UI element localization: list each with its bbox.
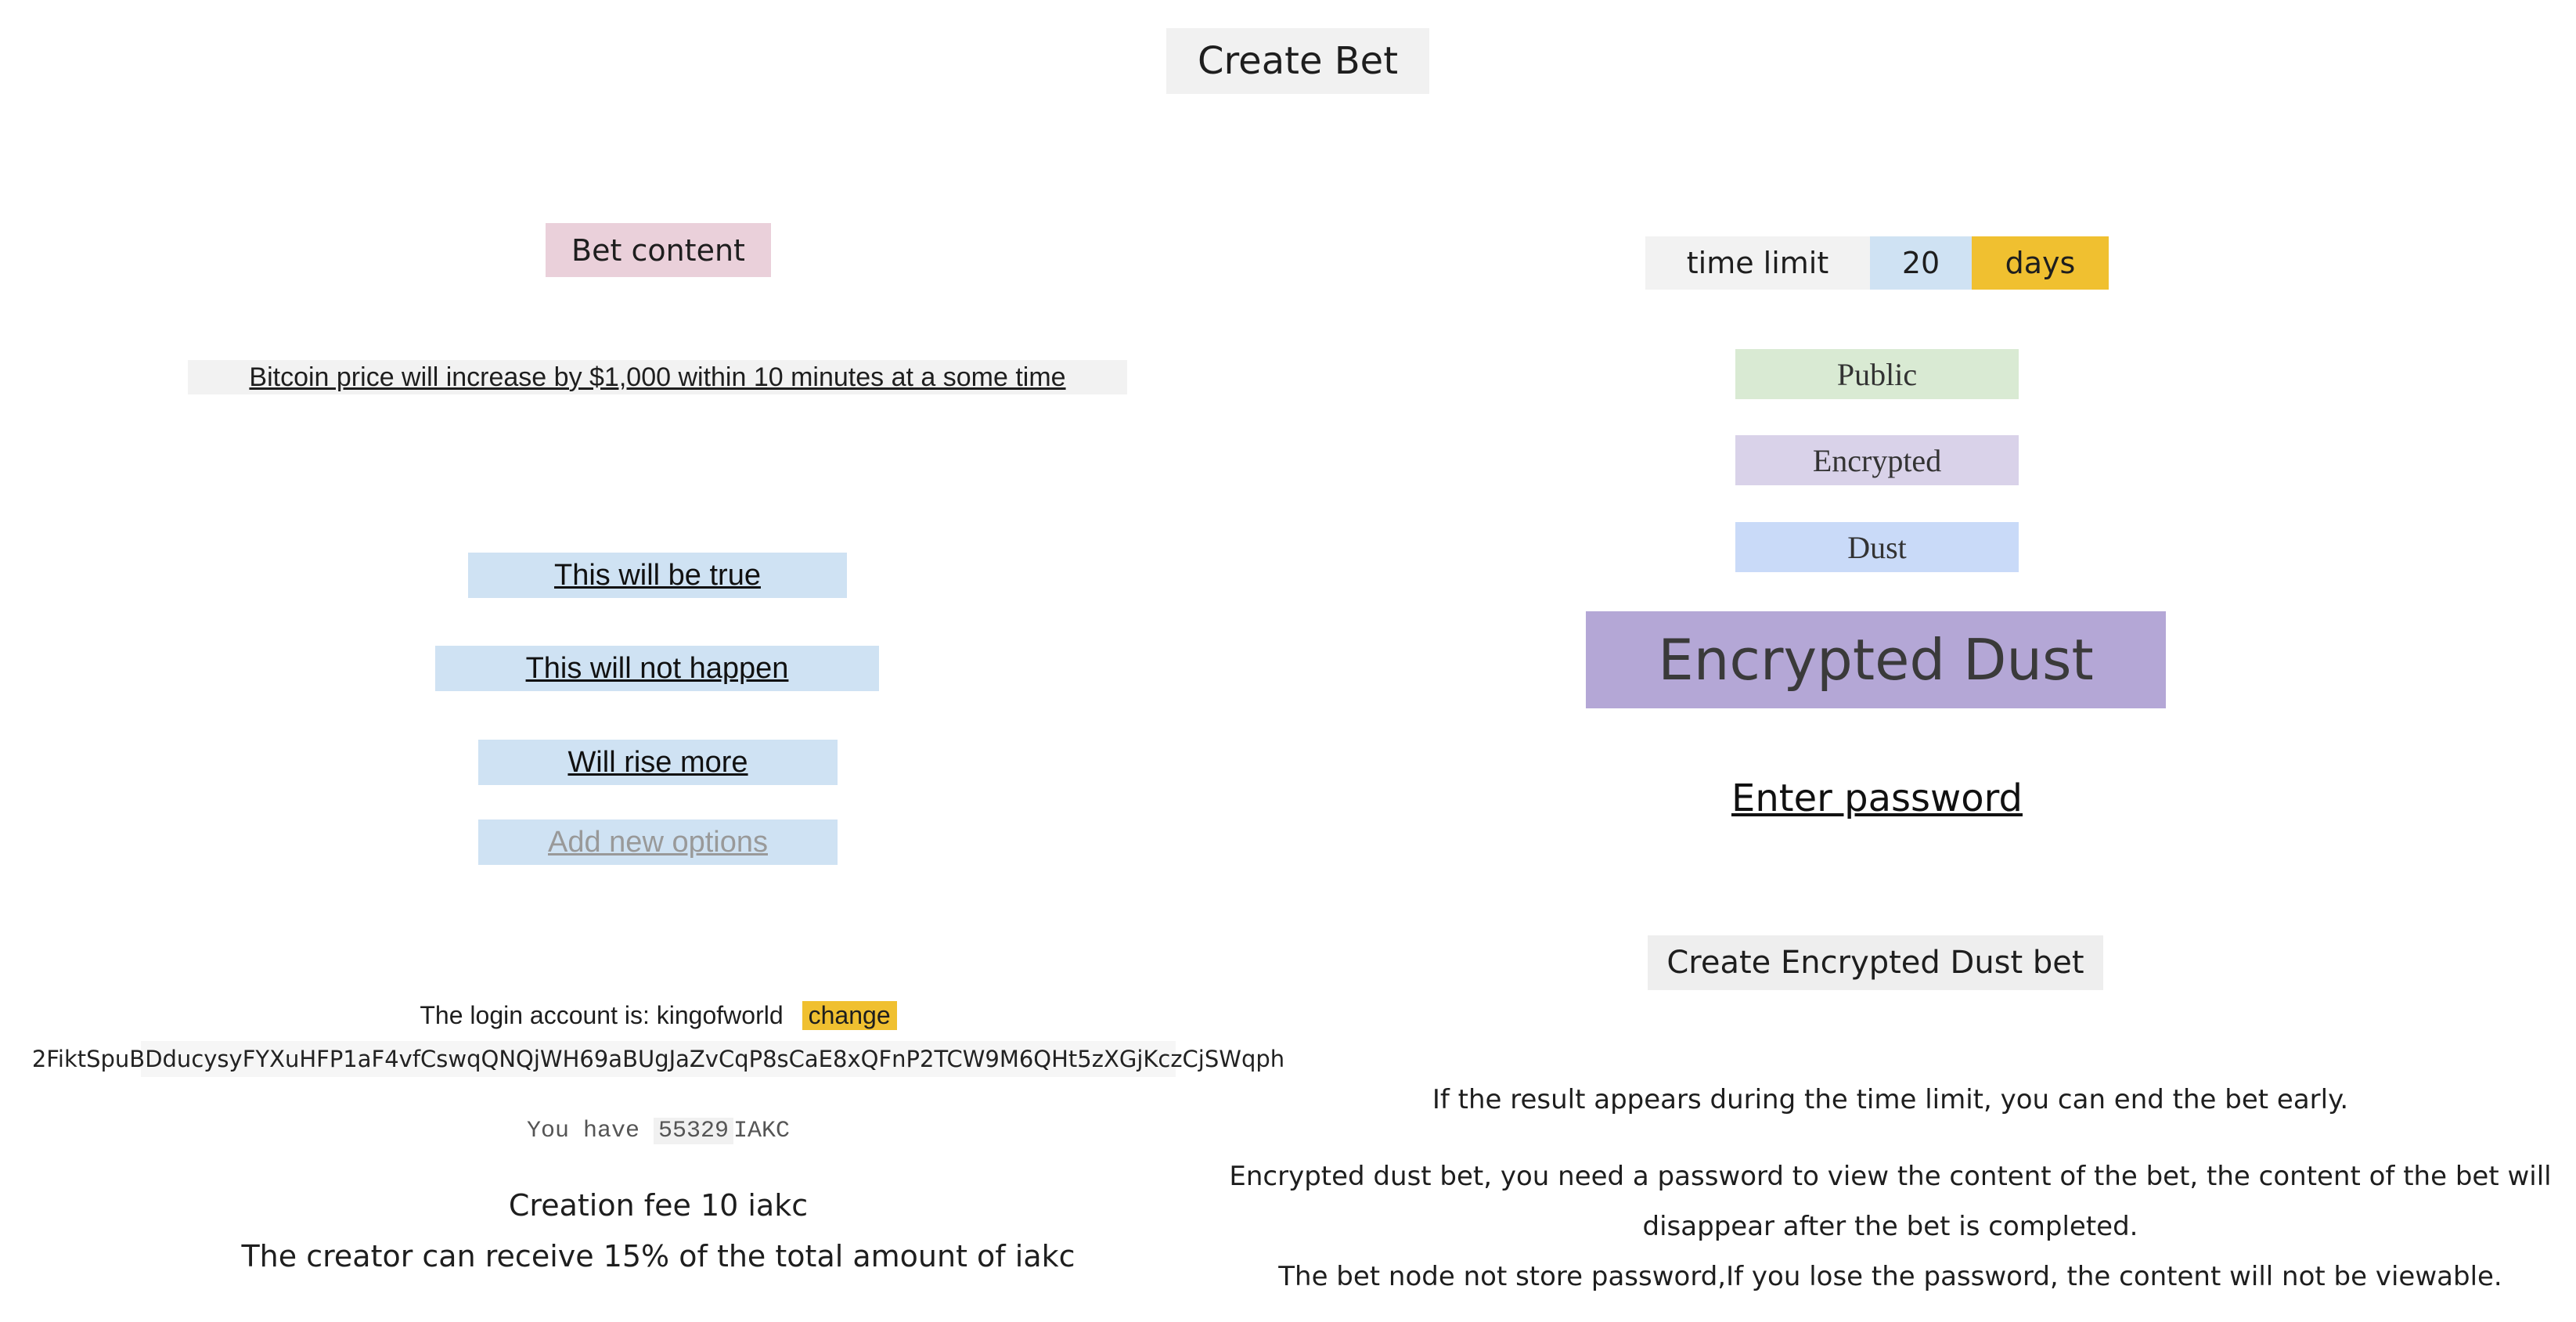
selected-type-banner: Encrypted Dust bbox=[1586, 611, 2166, 708]
note-early-end: If the result appears during the time li… bbox=[1432, 1084, 2349, 1115]
add-option-input[interactable]: Add new options bbox=[478, 819, 838, 865]
bet-option-3[interactable]: Will rise more bbox=[478, 740, 838, 785]
note-encrypted-dust-1: Encrypted dust bet, you need a password … bbox=[1229, 1161, 2552, 1192]
balance-value: 55329 bbox=[654, 1118, 734, 1144]
bet-content-input[interactable]: Bitcoin price will increase by $1,000 wi… bbox=[188, 360, 1127, 394]
login-account-text: The login account is: kingofworld bbox=[420, 1000, 784, 1029]
balance-prefix: You have bbox=[526, 1118, 639, 1144]
change-account-button[interactable]: change bbox=[802, 1000, 897, 1030]
type-public-button[interactable]: Public bbox=[1735, 349, 2019, 399]
login-account-row: The login account is: kingofworld change bbox=[0, 998, 1317, 1032]
time-unit-select[interactable]: days bbox=[1972, 236, 2109, 290]
creation-fee-text: Creation fee 10 iakc bbox=[508, 1188, 809, 1223]
create-bet-button[interactable]: Create Encrypted Dust bet bbox=[1648, 935, 2103, 990]
time-limit-input[interactable]: 20 bbox=[1870, 236, 1972, 290]
wallet-address: 2FiktSpuBDducysyFYXuHFP1aF4vfCswqQNQjWH6… bbox=[32, 1041, 1284, 1077]
balance-row: You have 55329 IAKC bbox=[0, 1113, 1317, 1149]
note-encrypted-dust-2: disappear after the bet is completed. bbox=[1642, 1211, 2138, 1242]
balance-unit: IAKC bbox=[733, 1118, 791, 1144]
creator-reward-text: The creator can receive 15% of the total… bbox=[241, 1239, 1075, 1273]
password-input[interactable]: Enter password bbox=[1722, 775, 2032, 822]
time-limit-label: time limit bbox=[1645, 236, 1870, 290]
page-title: Create Bet bbox=[1166, 28, 1429, 94]
type-dust-button[interactable]: Dust bbox=[1735, 522, 2019, 572]
bet-content-label: Bet content bbox=[546, 223, 771, 277]
bet-option-1[interactable]: This will be true bbox=[468, 553, 847, 598]
note-password-warning: The bet node not store password,If you l… bbox=[1278, 1261, 2502, 1292]
type-encrypted-button[interactable]: Encrypted bbox=[1735, 435, 2019, 485]
bet-option-2[interactable]: This will not happen bbox=[435, 646, 879, 691]
